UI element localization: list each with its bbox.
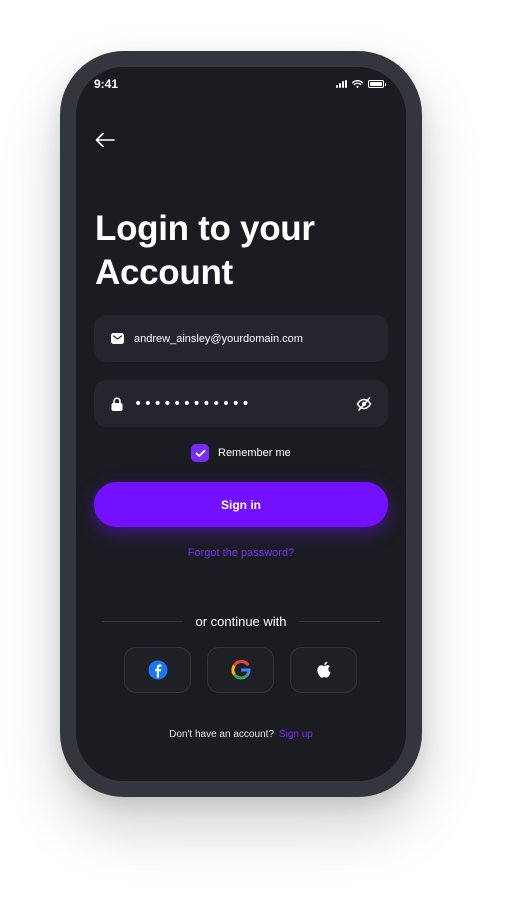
email-field[interactable] — [94, 315, 388, 362]
apple-login-button[interactable] — [290, 647, 357, 693]
divider-label: or continue with — [195, 614, 287, 629]
back-arrow-icon[interactable] — [94, 131, 116, 149]
continue-divider: or continue with — [102, 614, 380, 629]
divider-line-right — [298, 621, 380, 622]
password-field[interactable]: •••••••••••• — [94, 380, 388, 427]
social-login-buttons — [124, 647, 357, 693]
sign-in-button[interactable]: Sign in — [94, 482, 388, 527]
signup-question: Don't have an account? — [169, 729, 274, 740]
wifi-icon — [352, 80, 363, 88]
phone-frame: 9:41 Login to your Account andrew_ainsle… — [60, 51, 422, 797]
google-login-button[interactable] — [207, 647, 274, 693]
checkmark-icon — [195, 449, 205, 457]
forgot-password-link[interactable]: Forgot the password? — [76, 547, 406, 559]
login-screen: 9:41 Login to your Account andrew_ainsle… — [76, 67, 406, 781]
facebook-login-button[interactable] — [124, 647, 191, 693]
divider-line-left — [102, 621, 184, 622]
page-title: Login to your Account — [95, 209, 315, 292]
eye-off-icon[interactable] — [356, 396, 372, 412]
google-icon — [231, 660, 251, 680]
lock-icon — [110, 396, 124, 411]
remember-checkbox[interactable] — [191, 444, 209, 462]
password-input[interactable]: •••••••••••• — [134, 396, 356, 412]
signup-link[interactable]: Sign up — [279, 729, 313, 740]
signal-icon — [336, 80, 347, 88]
facebook-icon — [148, 660, 167, 680]
email-input[interactable] — [134, 332, 372, 345]
signup-prompt: Don't have an account? Sign up — [76, 729, 406, 740]
remember-me[interactable]: Remember me — [191, 444, 291, 462]
mail-icon — [110, 332, 124, 346]
status-time: 9:41 — [94, 77, 119, 91]
status-icons — [336, 80, 386, 88]
remember-label: Remember me — [218, 447, 291, 459]
apple-icon — [316, 661, 331, 678]
battery-icon — [368, 80, 386, 88]
